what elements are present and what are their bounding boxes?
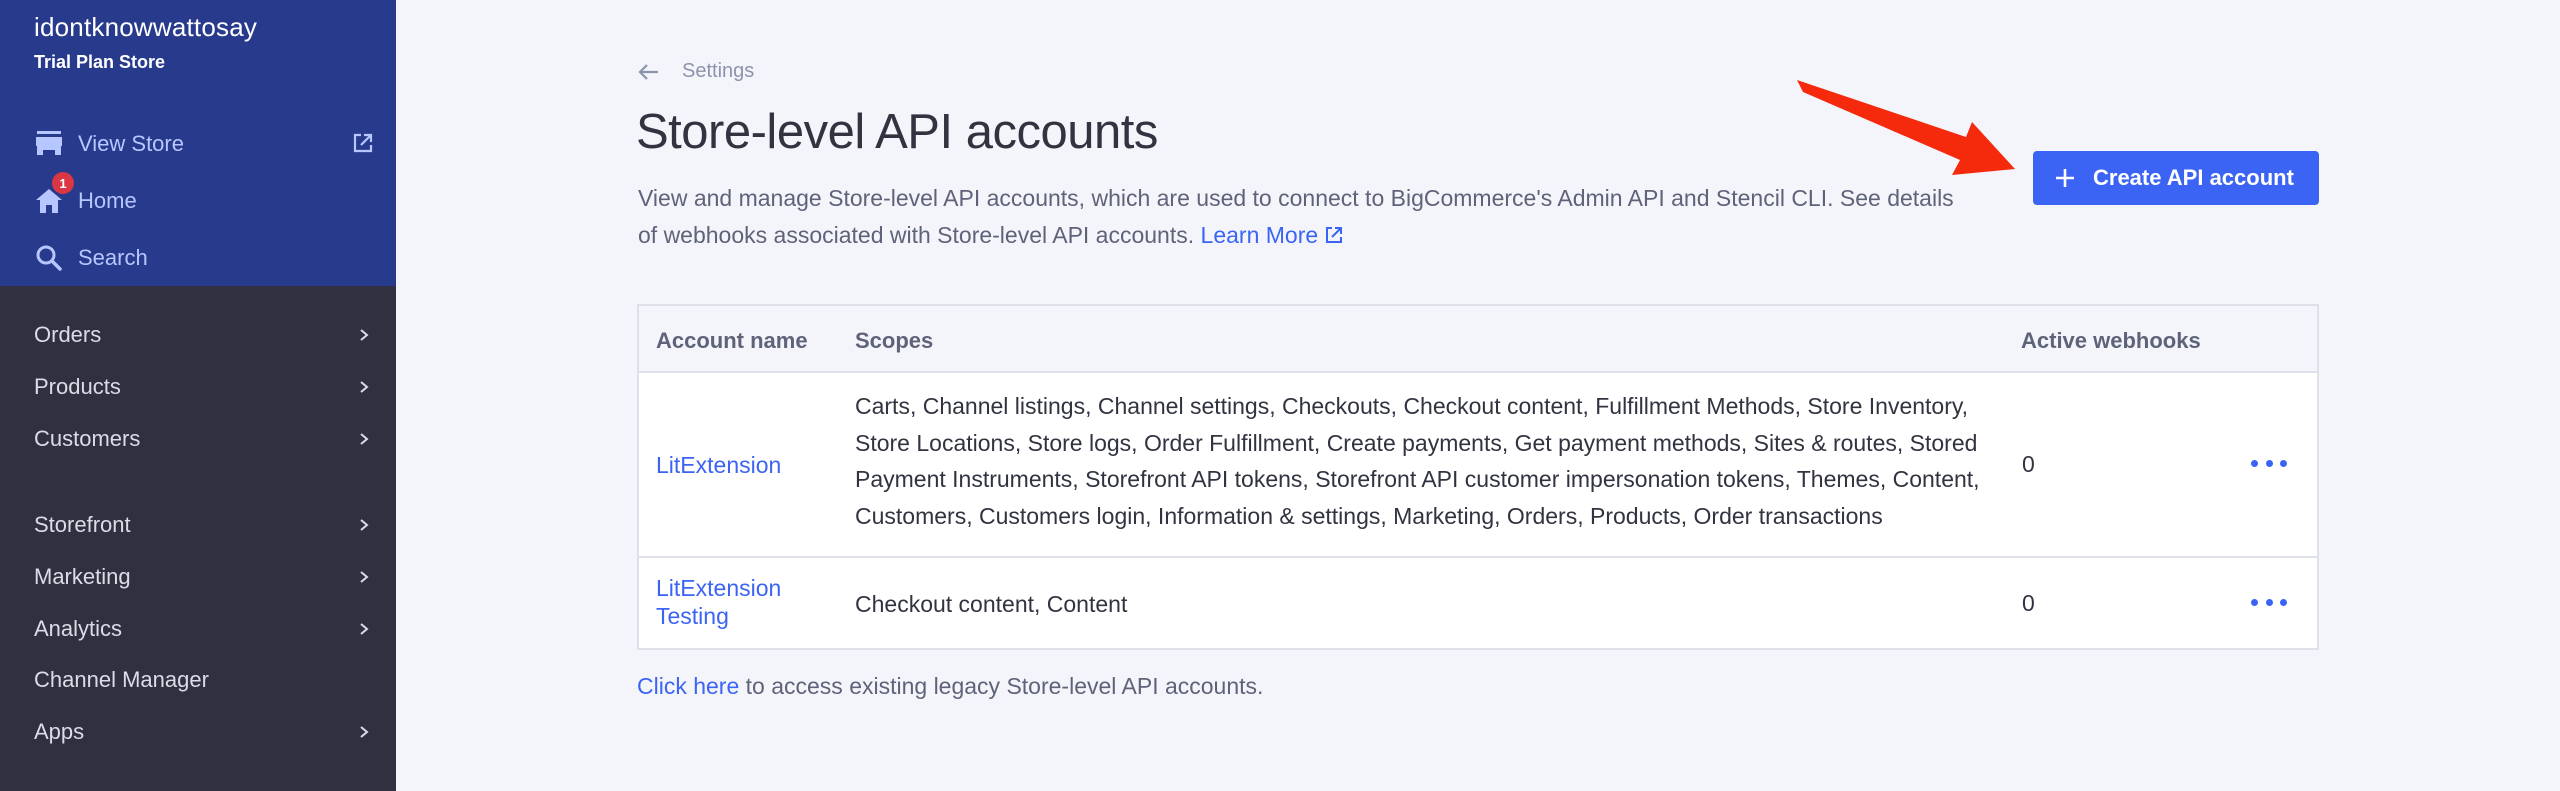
sidebar-item-orders[interactable]: Orders: [34, 315, 370, 355]
chevron-right-icon: [360, 726, 369, 738]
external-link-icon: [1326, 227, 1343, 243]
create-api-account-label: Create API account: [2093, 165, 2294, 190]
learn-more-link[interactable]: Learn More: [1201, 222, 1345, 248]
account-name-link[interactable]: LitExtension Testing: [656, 574, 806, 630]
breadcrumb-label: Settings: [682, 60, 755, 82]
chevron-right-icon: [360, 519, 369, 531]
column-header-scopes: Scopes: [855, 328, 934, 353]
sidebar-item-label: Home: [78, 188, 137, 213]
page-title: Store-level API accounts: [636, 105, 1158, 159]
chevron-right-icon: [360, 571, 369, 583]
sidebar-item-label: Marketing: [34, 564, 131, 589]
sidebar-item-search[interactable]: Search: [34, 238, 374, 278]
sidebar-item-marketing[interactable]: Marketing: [34, 557, 370, 597]
row-actions-menu-icon[interactable]: [2251, 592, 2287, 612]
table-header: Account name Scopes Active webhooks: [639, 306, 2317, 373]
sidebar-item-view-store[interactable]: View Store: [34, 124, 374, 164]
home-icon: 1: [34, 172, 74, 216]
red-arrow-icon: [1797, 80, 2015, 175]
row-actions-menu-icon[interactable]: [2251, 453, 2287, 473]
sidebar-item-label: Storefront: [34, 512, 131, 537]
sidebar-item-label: View Store: [78, 131, 184, 156]
column-header-account-name: Account name: [656, 328, 808, 353]
legacy-accounts-note: Click here to access existing legacy Sto…: [637, 673, 1263, 700]
account-scopes: Checkout content, Content: [855, 591, 1128, 617]
chevron-right-icon: [360, 381, 369, 393]
legacy-accounts-link[interactable]: Click here: [637, 673, 739, 699]
active-webhooks-count: 0: [2022, 590, 2035, 616]
store-plan: Trial Plan Store: [34, 52, 166, 72]
table-row: LitExtension Testing Checkout content, C…: [639, 556, 2317, 648]
column-header-active-webhooks: Active webhooks: [2021, 328, 2201, 353]
sidebar-item-label: Search: [78, 245, 148, 270]
sidebar-item-label: Customers: [34, 426, 141, 451]
sidebar-item-label: Products: [34, 374, 121, 399]
sidebar: idontknowwattosay Trial Plan Store View …: [0, 0, 396, 791]
api-accounts-table: Account name Scopes Active webhooks LitE…: [637, 304, 2319, 650]
plus-icon: [2056, 169, 2074, 187]
sidebar-item-label: Analytics: [34, 616, 123, 641]
active-webhooks-count: 0: [2022, 451, 2035, 477]
search-icon: [34, 243, 64, 273]
sidebar-item-label: Apps: [34, 719, 85, 744]
sidebar-item-home[interactable]: 1 Home: [34, 172, 374, 221]
external-link-icon[interactable]: [352, 132, 374, 154]
create-api-account-button[interactable]: Create API account: [2033, 151, 2319, 205]
arrow-left-icon: [638, 63, 658, 80]
breadcrumb-back-settings[interactable]: Settings: [638, 60, 754, 83]
notification-badge: 1: [52, 172, 74, 194]
chevron-right-icon: [360, 433, 369, 445]
legacy-accounts-text: to access existing legacy Store-level AP…: [739, 673, 1264, 699]
account-name-link[interactable]: LitExtension: [656, 451, 806, 479]
page-description: View and manage Store-level API accounts…: [638, 180, 1968, 254]
sidebar-item-apps[interactable]: Apps: [34, 712, 370, 752]
sidebar-item-storefront[interactable]: Storefront: [34, 505, 370, 545]
sidebar-item-channel-manager[interactable]: Channel Manager: [34, 660, 370, 700]
account-scopes: Carts, Channel listings, Channel setting…: [855, 393, 1980, 529]
store-name: idontknowwattosay: [34, 12, 258, 42]
storefront-icon: [34, 129, 64, 159]
sidebar-item-products[interactable]: Products: [34, 367, 370, 407]
sidebar-item-analytics[interactable]: Analytics: [34, 609, 370, 649]
table-row: LitExtension Carts, Channel listings, Ch…: [639, 373, 2317, 556]
sidebar-item-label: Orders: [34, 322, 102, 347]
chevron-right-icon: [360, 623, 369, 635]
sidebar-store-header: idontknowwattosay Trial Plan Store View …: [0, 0, 396, 286]
sidebar-item-label: Channel Manager: [34, 667, 209, 692]
learn-more-label: Learn More: [1200, 222, 1319, 248]
sidebar-item-customers[interactable]: Customers: [34, 419, 370, 459]
chevron-right-icon: [360, 329, 369, 341]
